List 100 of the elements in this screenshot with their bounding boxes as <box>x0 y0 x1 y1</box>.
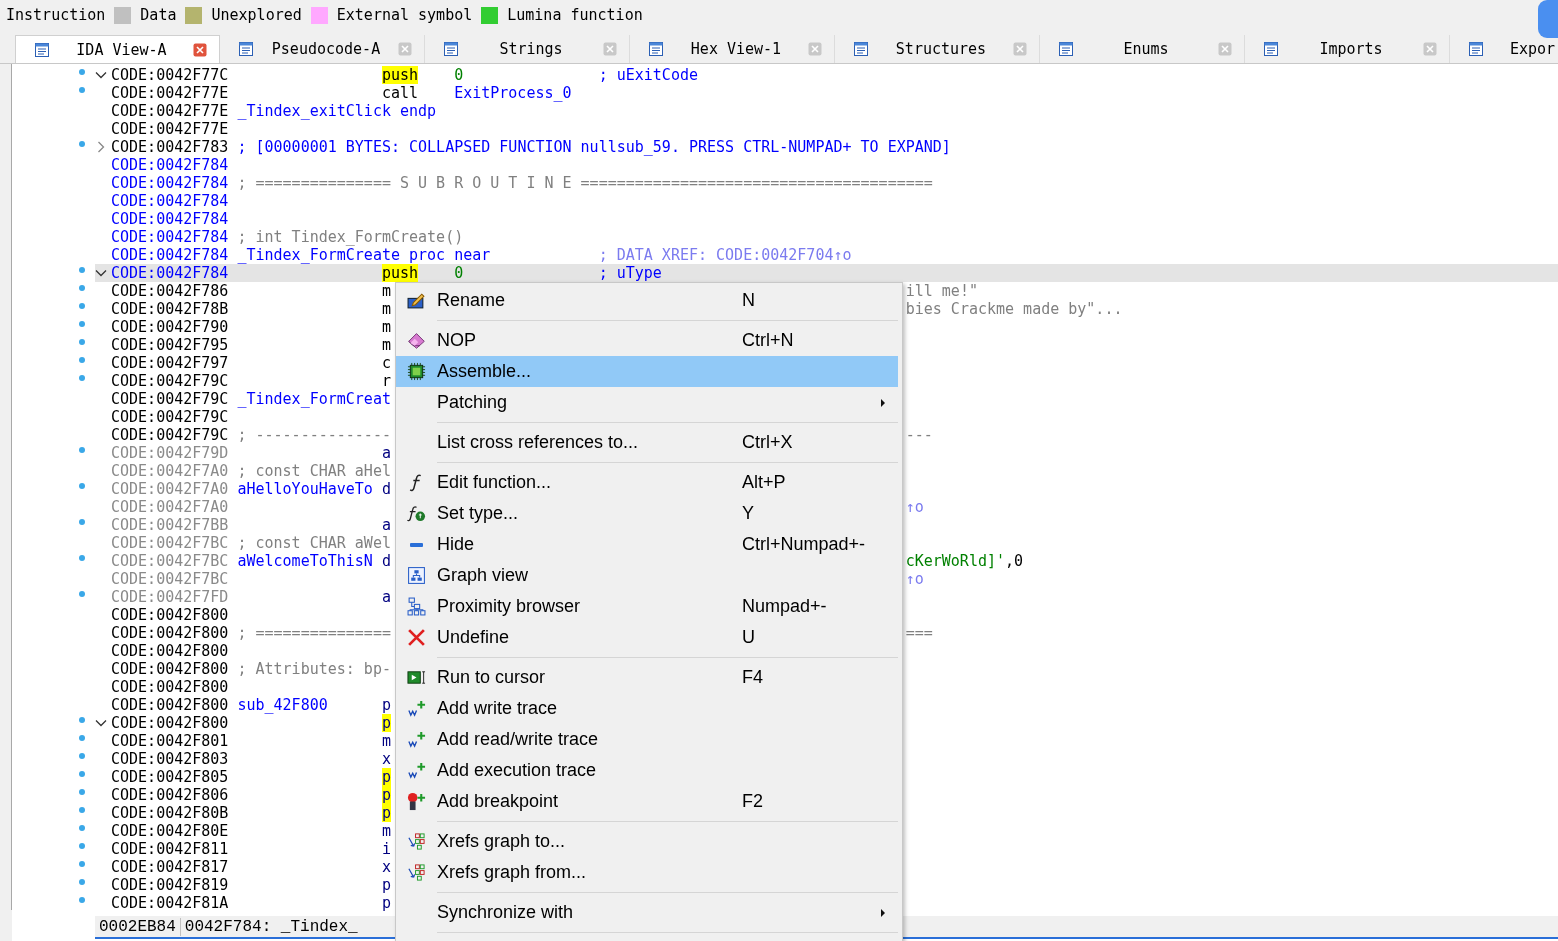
address: CODE:0042F7A0 <box>111 480 229 498</box>
shortcut-text: F4 <box>742 667 763 688</box>
address: CODE:0042F7FD <box>111 588 229 606</box>
menu-item[interactable]: Synchronize with <box>396 897 898 928</box>
shortcut-text: Ctrl+X <box>742 432 793 453</box>
address: CODE:0042F79C <box>111 426 229 444</box>
address: CODE:0042F77E <box>111 84 229 102</box>
close-icon[interactable] <box>193 42 207 57</box>
close-icon[interactable] <box>1218 42 1232 56</box>
close-icon[interactable] <box>808 42 822 56</box>
collapse-chevron-icon[interactable] <box>95 717 107 729</box>
breakpoint-dot[interactable] <box>79 555 85 561</box>
address: CODE:0042F783 <box>111 138 229 156</box>
close-icon[interactable] <box>398 42 412 56</box>
menu-item[interactable]: Add execution trace <box>396 755 898 786</box>
tab[interactable]: Imports <box>1245 35 1450 63</box>
breakpoint-dot[interactable] <box>79 519 85 525</box>
breakpoint-dot[interactable] <box>79 357 85 363</box>
breakpoint-dot[interactable] <box>79 303 85 309</box>
address: CODE:0042F811 <box>111 840 229 858</box>
breakpoint-dot[interactable] <box>79 591 85 597</box>
close-icon[interactable] <box>1423 42 1437 56</box>
address: CODE:0042F81A <box>111 894 229 912</box>
address: CODE:0042F7A0 <box>111 498 229 516</box>
breakpoint-dot[interactable] <box>79 897 85 903</box>
breakpoint-dot[interactable] <box>79 447 85 453</box>
breakpoint-dot[interactable] <box>79 267 85 273</box>
breakpoint-dot[interactable] <box>79 789 85 795</box>
breakpoint-dot[interactable] <box>79 879 85 885</box>
breakpoint-dot[interactable] <box>79 843 85 849</box>
legend-label: Lumina function <box>507 6 643 24</box>
breakpoint-dot[interactable] <box>79 321 85 327</box>
menu-item[interactable]: Xrefs graph to... <box>396 826 898 857</box>
directive-text: i <box>381 840 391 858</box>
menu-item[interactable]: Rename N <box>396 285 898 316</box>
shortcut-text: Numpad+- <box>742 596 827 617</box>
expand-chevron-icon[interactable] <box>95 141 107 153</box>
breakpoint-dot[interactable] <box>79 375 85 381</box>
tab[interactable]: Hex View-1 <box>630 35 835 63</box>
address: CODE:0042F800 <box>111 624 229 642</box>
close-icon[interactable] <box>603 42 617 56</box>
menu-item[interactable]: Set type... Y <box>396 498 898 529</box>
menu-item[interactable]: Edit function... Alt+P <box>396 467 898 498</box>
breakpoint-dot[interactable] <box>79 717 85 723</box>
instruction-mnemonic: push <box>381 264 419 282</box>
minus-icon <box>408 541 425 548</box>
menu-item[interactable]: List cross references to... Ctrl+X <box>396 427 898 458</box>
menu-item[interactable]: Add write trace <box>396 693 898 724</box>
breakpoint-dot[interactable] <box>79 285 85 291</box>
menu-item[interactable]: Add breakpoint F2 <box>396 786 898 817</box>
address: CODE:0042F800 <box>111 678 229 696</box>
menu-item[interactable]: Patching <box>396 387 898 418</box>
tab[interactable]: Expor <box>1450 35 1558 63</box>
breakpoint-dot[interactable] <box>79 735 85 741</box>
menu-item[interactable]: Graph view <box>396 560 898 591</box>
menu-item[interactable]: Proximity browser Numpad+- <box>396 591 898 622</box>
symbol-name: aHelloYouHaveTo <box>237 480 373 498</box>
breakpoint-dot[interactable] <box>79 141 85 147</box>
legend-label: External symbol <box>336 6 473 24</box>
breakpoint-dot[interactable] <box>79 861 85 867</box>
instruction-mnemonic: m <box>381 282 391 300</box>
menu-item[interactable]: NOP Ctrl+N <box>396 325 898 356</box>
collapse-chevron-icon[interactable] <box>95 69 107 81</box>
address: CODE:0042F806 <box>111 786 229 804</box>
breakpoint-dot[interactable] <box>79 771 85 777</box>
breakpoint-dot[interactable] <box>79 807 85 813</box>
xref-comment: ↑o <box>905 498 924 516</box>
breakpoint-dot[interactable] <box>79 69 85 75</box>
tab[interactable]: Enums <box>1040 35 1245 63</box>
tab[interactable]: Strings <box>425 35 630 63</box>
address: CODE:0042F800 <box>111 696 229 714</box>
comment-text: bies Crackme made by"... <box>905 300 1123 318</box>
shortcut-text: Ctrl+Numpad+- <box>742 534 866 555</box>
address: CODE:0042F784 <box>111 228 229 246</box>
tab[interactable]: IDA View-A <box>15 35 220 63</box>
floating-button[interactable] <box>1538 0 1558 38</box>
tab[interactable]: Pseudocode-A <box>220 35 425 63</box>
breakpoint-dot[interactable] <box>79 825 85 831</box>
close-icon[interactable] <box>1013 42 1027 56</box>
tree-icon <box>407 597 426 616</box>
menu-item[interactable]: Add read/write trace <box>396 724 898 755</box>
breakpoint-dot[interactable] <box>79 483 85 489</box>
menu-item[interactable]: Hide Ctrl+Numpad+- <box>396 529 898 560</box>
breakpoint-dot[interactable] <box>79 87 85 93</box>
breakpoint-dot[interactable] <box>79 339 85 345</box>
address: CODE:0042F7BC <box>111 570 229 588</box>
menu-item[interactable]: Xrefs graph from... <box>396 857 898 888</box>
address: CODE:0042F800 <box>111 714 229 732</box>
legend-label: Data <box>140 6 177 24</box>
tab[interactable]: Structures <box>835 35 1040 63</box>
directive-text: d <box>381 480 391 498</box>
address: CODE:0042F80B <box>111 804 229 822</box>
instruction-mnemonic: call <box>381 84 419 102</box>
menu-item[interactable]: Undefine U <box>396 622 898 653</box>
xref-graph-icon <box>407 832 426 851</box>
menu-item[interactable]: Assemble... <box>396 356 898 387</box>
breakpoint-dot[interactable] <box>79 753 85 759</box>
menu-item[interactable]: Run to cursor F4 <box>396 662 898 693</box>
collapse-chevron-icon[interactable] <box>95 267 107 279</box>
address: CODE:0042F801 <box>111 732 229 750</box>
